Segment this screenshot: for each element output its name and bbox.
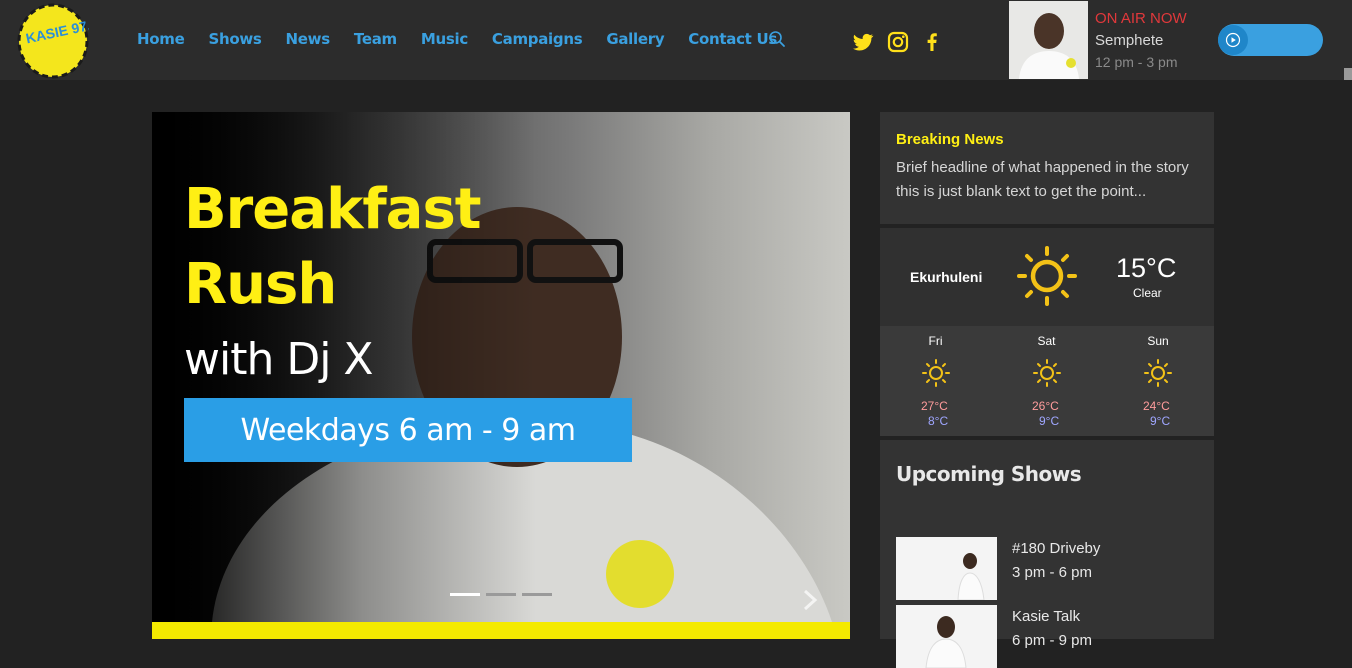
twitter-icon[interactable] [851,30,875,54]
forecast-high: 26°C [1032,399,1059,413]
show-name[interactable]: Kasie Talk [1012,608,1080,625]
nav-home[interactable]: Home [137,30,185,48]
slider-dot-2[interactable] [486,593,516,596]
nav-campaigns[interactable]: Campaigns [492,30,583,48]
site-header: KASIE 97.1 Home Shows News Team Music Ca… [0,0,1352,80]
sun-icon [1017,246,1077,306]
show-time: 3 pm - 6 pm [1012,564,1093,581]
upcoming-shows-panel: Upcoming Shows #180 Driveby 3 pm - 6 pm … [880,440,1214,668]
nav-team[interactable]: Team [354,30,397,48]
forecast-low: 9°C [1039,414,1060,428]
forecast-low: 9°C [1150,414,1171,428]
sun-icon [1144,359,1172,387]
breaking-news-panel: Breaking News Brief headline of what hap… [880,112,1214,224]
on-air-host-photo [1009,1,1088,79]
nav-gallery[interactable]: Gallery [606,30,664,48]
upcoming-shows-title: Upcoming Shows [896,462,1082,486]
breaking-news-title: Breaking News [896,131,1004,148]
hero-schedule-badge: Weekdays 6 am - 9 am [184,398,632,462]
hero-title-line2: Rush [184,252,337,317]
forecast-day-name: Sun [1147,334,1169,348]
forecast-low: 8°C [928,414,949,428]
slider-dot-1[interactable] [450,593,480,596]
on-air-time: 12 pm - 3 pm [1095,54,1178,70]
instagram-icon[interactable] [886,30,910,54]
hero-slider[interactable]: Breakfast Rush with Dj X Weekdays 6 am -… [152,112,850,622]
station-logo[interactable]: KASIE 97.1 [17,3,89,79]
forecast-day-name: Sat [1037,334,1056,348]
on-air-host-name: Semphete [1095,32,1164,49]
nav-music[interactable]: Music [421,30,468,48]
forecast-high: 27°C [921,399,948,413]
search-icon[interactable] [768,30,786,48]
show-thumbnail[interactable] [896,537,997,600]
sun-icon [922,359,950,387]
nav-contact-us[interactable]: Contact Us [688,30,777,48]
weather-city: Ekurhuleni [910,269,983,285]
hero-title-line1: Breakfast [184,177,482,242]
weather-current-temp: 15°C [1116,253,1177,283]
play-icon [1225,32,1241,48]
play-button[interactable] [1218,25,1248,55]
scrollbar-thumb[interactable] [1344,68,1352,80]
nav-shows[interactable]: Shows [208,30,261,48]
nav-news[interactable]: News [286,30,331,48]
forecast-high: 24°C [1143,399,1170,413]
hero-subtitle: with Dj X [184,334,374,385]
facebook-icon[interactable] [920,30,944,54]
forecast-day-fri: Fri 27°C 8°C [880,326,991,436]
forecast-day-sat: Sat 26°C 9°C [991,326,1102,436]
forecast-day-sun: Sun 24°C 9°C [1102,326,1214,436]
forecast-day-name: Fri [928,334,943,348]
weather-widget: Ekurhuleni 15°C Clear Fri 27°C 8°C Sat 2… [880,228,1214,436]
main-nav: Home Shows News Team Music Campaigns Gal… [137,30,801,48]
hero-bottom-bar [152,622,850,639]
slider-dot-3[interactable] [522,593,552,596]
slider-next-arrow-icon[interactable] [800,588,820,612]
show-thumbnail[interactable] [896,605,997,668]
weather-condition: Clear [1133,286,1162,300]
show-time: 6 pm - 9 pm [1012,632,1093,649]
sun-icon [1033,359,1061,387]
on-air-label: ON AIR NOW [1095,10,1187,27]
breaking-news-text[interactable]: Brief headline of what happened in the s… [896,156,1206,204]
show-name[interactable]: #180 Driveby [1012,540,1100,557]
